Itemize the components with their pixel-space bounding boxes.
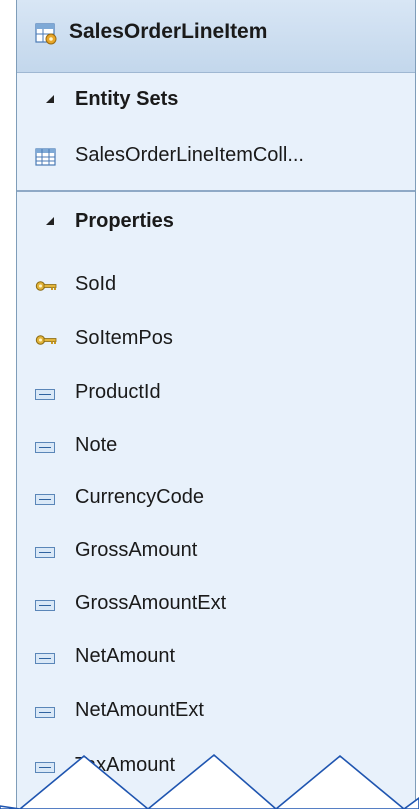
torn-edge-overlay: [0, 753, 419, 809]
